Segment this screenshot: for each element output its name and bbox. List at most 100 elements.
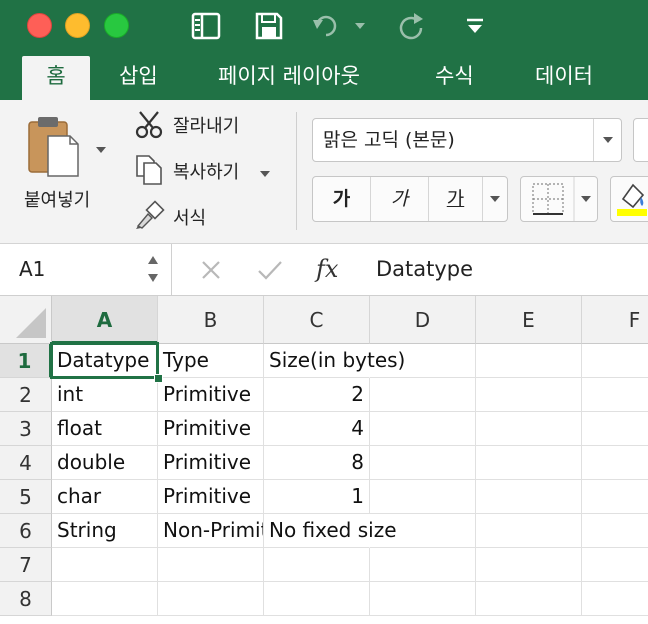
- redo-icon[interactable]: [396, 10, 428, 42]
- underline-dropdown-icon[interactable]: [483, 177, 507, 221]
- cell-e6[interactable]: [476, 514, 582, 548]
- cell-d5[interactable]: [370, 480, 476, 514]
- formula-input[interactable]: Datatype: [376, 244, 473, 295]
- cell-c5[interactable]: 1: [264, 480, 370, 514]
- cell-e8[interactable]: [476, 582, 582, 616]
- zoom-window-button[interactable]: [104, 13, 129, 38]
- row-header-7[interactable]: 7: [0, 548, 52, 582]
- scissors-icon[interactable]: [134, 110, 164, 144]
- italic-button[interactable]: 가: [371, 177, 429, 221]
- tab-page-layout[interactable]: 페이지 레이아웃: [218, 54, 360, 100]
- column-header-c[interactable]: C: [264, 296, 370, 344]
- chevron-down-icon[interactable]: [593, 119, 621, 161]
- row-header-5[interactable]: 5: [0, 480, 52, 514]
- copy-dropdown-icon[interactable]: [259, 164, 271, 183]
- cell-a8[interactable]: [52, 582, 158, 616]
- cell-b7[interactable]: [158, 548, 264, 582]
- minimize-window-button[interactable]: [65, 13, 90, 38]
- fill-handle[interactable]: [154, 374, 163, 383]
- save-icon[interactable]: [252, 10, 286, 42]
- borders-button[interactable]: [520, 176, 598, 222]
- cell-e1[interactable]: [476, 344, 582, 378]
- tab-insert[interactable]: 삽입: [119, 54, 158, 100]
- cell-b5[interactable]: Primitive: [158, 480, 264, 514]
- bold-button[interactable]: 가: [313, 177, 371, 221]
- cell-c6[interactable]: No fixed size: [264, 514, 397, 548]
- customize-toolbar-icon[interactable]: [462, 10, 488, 42]
- cell-f2[interactable]: [582, 378, 648, 412]
- cell-b3[interactable]: Primitive: [158, 412, 264, 446]
- row-header-2[interactable]: 2: [0, 378, 52, 412]
- cell-f7[interactable]: [582, 548, 648, 582]
- cell-e7[interactable]: [476, 548, 582, 582]
- cell-e5[interactable]: [476, 480, 582, 514]
- row-header-8[interactable]: 8: [0, 582, 52, 616]
- cell-a6[interactable]: String: [52, 514, 158, 548]
- cell-b4[interactable]: Primitive: [158, 446, 264, 480]
- cell-c3[interactable]: 4: [264, 412, 370, 446]
- format-painter-label[interactable]: 서식: [173, 204, 206, 230]
- cell-b8[interactable]: [158, 582, 264, 616]
- cell-b1[interactable]: Type: [158, 344, 264, 378]
- cancel-entry-icon[interactable]: [196, 244, 226, 295]
- copy-label[interactable]: 복사하기: [173, 158, 239, 184]
- column-header-f[interactable]: F: [582, 296, 648, 344]
- paste-label[interactable]: 붙여넣기: [24, 186, 90, 212]
- font-name-select[interactable]: 맑은 고딕 (본문): [312, 118, 622, 162]
- tab-data[interactable]: 데이터: [535, 54, 593, 100]
- cell-b2[interactable]: Primitive: [158, 378, 264, 412]
- row-header-3[interactable]: 3: [0, 412, 52, 446]
- column-header-e[interactable]: E: [476, 296, 582, 344]
- row-header-4[interactable]: 4: [0, 446, 52, 480]
- cell-e4[interactable]: [476, 446, 582, 480]
- sidebar-toggle-icon[interactable]: [188, 10, 224, 42]
- cell-c4[interactable]: 8: [264, 446, 370, 480]
- fill-color-button[interactable]: [610, 176, 648, 222]
- tab-formulas[interactable]: 수식: [435, 54, 474, 100]
- cell-b6[interactable]: Non-Primitive: [158, 514, 264, 548]
- cell-d8[interactable]: [370, 582, 476, 616]
- cell-f6[interactable]: [582, 514, 648, 548]
- cell-c1[interactable]: Size(in bytes): [264, 344, 405, 378]
- cell-f3[interactable]: [582, 412, 648, 446]
- name-box-stepper-icon[interactable]: [146, 252, 160, 286]
- paste-icon[interactable]: [26, 114, 82, 184]
- cell-c8[interactable]: [264, 582, 370, 616]
- cell-a1[interactable]: Datatype: [52, 344, 158, 378]
- column-header-a[interactable]: A: [52, 296, 158, 344]
- cut-label[interactable]: 잘라내기: [173, 112, 239, 138]
- cell-c7[interactable]: [264, 548, 370, 582]
- copy-icon[interactable]: [134, 154, 164, 190]
- cell-e2[interactable]: [476, 378, 582, 412]
- format-painter-icon[interactable]: [134, 200, 166, 234]
- cell-a3[interactable]: float: [52, 412, 158, 446]
- tab-home[interactable]: 홈: [22, 56, 90, 100]
- cell-a5[interactable]: char: [52, 480, 158, 514]
- cell-d2[interactable]: [370, 378, 476, 412]
- cell-f4[interactable]: [582, 446, 648, 480]
- cell-f8[interactable]: [582, 582, 648, 616]
- cell-c2[interactable]: 2: [264, 378, 370, 412]
- cell-e3[interactable]: [476, 412, 582, 446]
- cell-f1[interactable]: [582, 344, 648, 378]
- name-box[interactable]: A1: [0, 244, 172, 295]
- row-header-1[interactable]: 1: [0, 344, 52, 378]
- row-header-6[interactable]: 6: [0, 514, 52, 548]
- underline-button[interactable]: 가: [429, 177, 483, 221]
- paste-dropdown-icon[interactable]: [95, 140, 107, 159]
- cell-d3[interactable]: [370, 412, 476, 446]
- cell-d4[interactable]: [370, 446, 476, 480]
- cell-a4[interactable]: double: [52, 446, 158, 480]
- column-header-b[interactable]: B: [158, 296, 264, 344]
- cell-f5[interactable]: [582, 480, 648, 514]
- column-header-d[interactable]: D: [370, 296, 476, 344]
- cell-a2[interactable]: int: [52, 378, 158, 412]
- select-all-button[interactable]: [0, 296, 52, 344]
- undo-icon[interactable]: [310, 10, 368, 42]
- cell-a7[interactable]: [52, 548, 158, 582]
- font-size-select[interactable]: [633, 118, 648, 162]
- close-window-button[interactable]: [27, 13, 52, 38]
- confirm-entry-icon[interactable]: [254, 244, 286, 295]
- insert-function-button[interactable]: fx: [316, 244, 338, 295]
- cell-d7[interactable]: [370, 548, 476, 582]
